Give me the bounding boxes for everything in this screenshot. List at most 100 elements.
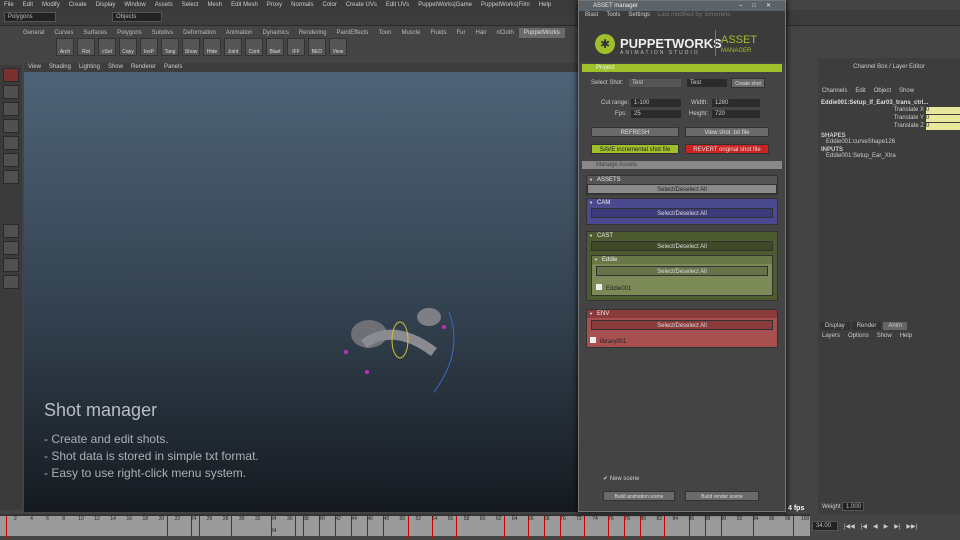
selection-field[interactable]: Objects (112, 12, 162, 22)
menu-item[interactable]: Create (69, 2, 87, 8)
manipulator-tool-icon[interactable] (3, 170, 19, 184)
menu-item[interactable]: Help (539, 2, 551, 8)
width-field[interactable]: 1280 (712, 99, 760, 107)
viewport-menu-item[interactable]: Shading (49, 63, 71, 72)
eddie-header[interactable]: Eddie (592, 256, 772, 264)
new-scene-checkbox[interactable]: ✔ New scene (603, 475, 639, 482)
shelf-tab[interactable]: Fur (451, 28, 470, 38)
menu-item[interactable]: Assets (155, 2, 173, 8)
eddie-select-all-button[interactable]: Select/Deselect All (596, 266, 768, 276)
shelf-tab[interactable]: Polygons (112, 28, 147, 38)
channel-box-menu-item[interactable]: Show (899, 88, 914, 94)
shelf-icon[interactable]: Tang (161, 38, 179, 56)
shelf-tab[interactable]: PaintEffects (332, 28, 374, 38)
menu-item[interactable]: Display (96, 2, 116, 8)
viewport-menu-item[interactable]: Panels (164, 63, 182, 72)
menu-tools[interactable]: Tools (606, 11, 620, 20)
channel-box-menu-item[interactable]: Channels (822, 88, 847, 94)
paint-tool-icon[interactable] (3, 102, 19, 116)
shelf-icon[interactable]: Copy (119, 38, 137, 56)
menu-item[interactable]: Mesh (207, 2, 222, 8)
rotate-tool-icon[interactable] (3, 136, 19, 150)
shelf-tab[interactable]: Hair (470, 28, 491, 38)
shelf-icon[interactable]: Joint (224, 38, 242, 56)
menu-settings[interactable]: Settings (628, 11, 650, 20)
current-frame-field[interactable]: 34.00 (812, 521, 838, 531)
go-start-icon[interactable]: |◀◀ (844, 523, 855, 530)
shelf-tab[interactable]: Curves (49, 28, 78, 38)
menu-item[interactable]: File (4, 2, 14, 8)
menu-item[interactable]: Create UVs (346, 2, 377, 8)
env-select-all-button[interactable]: Select/Deselect All (591, 320, 773, 330)
mode-dropdown[interactable]: Polygons (4, 12, 56, 22)
channel-box-menu-item[interactable]: Object (874, 88, 891, 94)
shelf-tab[interactable]: Subdivs (147, 28, 178, 38)
input-name[interactable]: Eddie001:Setup_Ear_Xtra (826, 153, 960, 159)
menu-item[interactable]: PuppetWorks|Game (418, 2, 472, 8)
select-shot-dropdown[interactable]: Test (629, 79, 681, 87)
attr-value[interactable]: 0 (926, 107, 960, 114)
shelf-tab[interactable]: Rendering (294, 28, 332, 38)
time-slider[interactable]: 2 4 6 8 10 12 14 16 18 20 22 24 26 28 30 32 34 36 38 40 42 44… (0, 514, 810, 538)
library001-item[interactable]: library001 (587, 332, 777, 347)
shelf-tab[interactable]: Toon (373, 28, 396, 38)
shelf-icon[interactable]: Show (182, 38, 200, 56)
shelf-icon[interactable]: Hide (203, 38, 221, 56)
layout-side-icon[interactable] (3, 258, 19, 272)
shelf-icon[interactable]: IFF (287, 38, 305, 56)
revert-button[interactable]: REVERT original shot file (685, 144, 769, 154)
shelf-tab[interactable]: nCloth (492, 28, 519, 38)
weight-field[interactable]: 1.000 (842, 502, 864, 511)
menu-item[interactable]: Window (124, 2, 145, 8)
shelf-icon[interactable]: InsP (140, 38, 158, 56)
env-header[interactable]: ENV (587, 310, 777, 318)
shelf-tab[interactable]: Deformation (178, 28, 221, 38)
menu-item[interactable]: Edit Mesh (231, 2, 258, 8)
menu-item[interactable]: Edit (23, 2, 33, 8)
shelf-tab[interactable]: General (18, 28, 49, 38)
shelf-tab[interactable]: Animation (221, 28, 258, 38)
go-end-icon[interactable]: ▶▶| (906, 523, 917, 530)
refresh-button[interactable]: REFRESH (591, 127, 679, 137)
shelf-tab[interactable]: Muscle (396, 28, 425, 38)
save-incremental-button[interactable]: SAVE incremental shot file (591, 144, 679, 154)
layer-tab[interactable]: Display (820, 322, 850, 330)
step-forward-key-icon[interactable]: ▶| (894, 523, 900, 530)
view-shot-file-button[interactable]: View shot .txt file (685, 127, 769, 137)
attr-value[interactable]: 0 (926, 123, 960, 130)
shelf-icon[interactable]: Blast (266, 38, 284, 56)
build-render-button[interactable]: Build render scene (685, 491, 759, 501)
shelf-icon[interactable]: BEO (308, 38, 326, 56)
shelf-icon[interactable]: cSet (98, 38, 116, 56)
cam-select-all-button[interactable]: Select/Deselect All (591, 208, 773, 218)
menu-item[interactable]: Edit UVs (386, 2, 409, 8)
menu-item[interactable]: Modify (42, 2, 60, 8)
viewport-menu-item[interactable]: View (28, 63, 41, 72)
viewport-menu-item[interactable]: Show (108, 63, 123, 72)
assets-header[interactable]: ASSETS (587, 176, 777, 184)
cast-select-all-button[interactable]: Select/Deselect All (591, 241, 773, 251)
scale-tool-icon[interactable] (3, 153, 19, 167)
shelf-icon[interactable]: View (329, 38, 347, 56)
shelf-tab[interactable]: PuppetWorks (518, 28, 565, 38)
shelf-tab[interactable]: Surfaces (78, 28, 112, 38)
menu-blast[interactable]: Blast (585, 11, 598, 20)
height-field[interactable]: 720 (712, 110, 760, 118)
assets-select-all-button[interactable]: Select/Deselect All (587, 184, 777, 194)
create-shot-button[interactable]: Create shot (731, 78, 765, 88)
select-tool-icon[interactable] (3, 68, 19, 82)
layer-menu-item[interactable]: Show (877, 333, 892, 339)
layer-tab[interactable]: Anim (883, 322, 908, 330)
layer-tab[interactable]: Render (851, 322, 882, 330)
shelf-tab[interactable]: Fluids (425, 28, 451, 38)
shelf-icon[interactable]: Rot (77, 38, 95, 56)
window-controls[interactable]: –□✕ (739, 1, 781, 11)
layer-menu-item[interactable]: Layers (822, 333, 840, 339)
shelf-tab[interactable]: Dynamics (257, 28, 293, 38)
layer-menu-item[interactable]: Help (900, 333, 912, 339)
fps-field[interactable]: 25 (631, 110, 681, 118)
menu-item[interactable]: Select (182, 2, 199, 8)
menu-item[interactable]: Color (322, 2, 336, 8)
menu-item[interactable]: PuppetWorks|Film (481, 2, 530, 8)
layout-outliner-icon[interactable] (3, 275, 19, 289)
